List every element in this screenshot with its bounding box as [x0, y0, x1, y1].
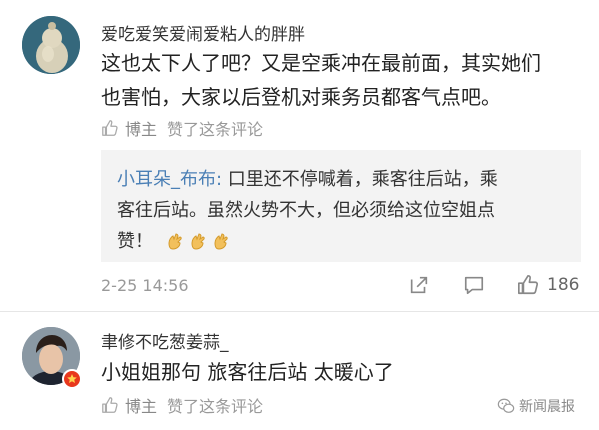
thumbs-up-icon: [102, 397, 118, 413]
clap-emoji: [214, 233, 228, 250]
liked-text: 赞了这条评论: [167, 397, 264, 416]
vip-badge-icon: [62, 369, 82, 389]
thumbs-up-icon: [102, 120, 118, 136]
author-label[interactable]: 博主: [125, 116, 157, 140]
reply-line: 赞！: [117, 226, 231, 257]
comment-divider: [0, 311, 599, 312]
share-icon: [410, 276, 428, 294]
comment-text: 也害怕，大家以后登机对乘务员都客气点吧。: [101, 85, 501, 109]
comment-text: 这也太下人了吧？又是空乘冲在最前面，其实她们: [101, 51, 541, 75]
jade-pendant-image: [22, 16, 80, 74]
share-button[interactable]: [408, 274, 430, 296]
comment-username[interactable]: 爱吃爱笑爱闹爱粘人的胖胖: [101, 20, 305, 45]
liked-text: 赞了这条评论: [167, 120, 264, 139]
like-icon: [518, 275, 539, 295]
like-count: 186: [547, 275, 580, 295]
clap-emoji-group: [165, 232, 231, 252]
reply-username[interactable]: 小耳朵_布布:: [117, 169, 222, 190]
like-button[interactable]: 186: [517, 274, 579, 296]
reply-box[interactable]: 小耳朵_布布: 口里还不停喊着，乘客往后站，乘 客往后站。虽然火势不大，但必须给…: [101, 150, 581, 262]
comment-text: 小姐姐那句 旅客往后站 太暖心了: [101, 360, 394, 384]
watermark-text: 新闻晨报: [519, 399, 575, 415]
clap-emoji: [168, 233, 182, 250]
watermark: 新闻晨报: [497, 396, 575, 416]
comment-button[interactable]: [463, 274, 485, 296]
clap-emoji: [191, 233, 205, 250]
comment-username[interactable]: 聿修不吃葱姜蒜_: [101, 328, 229, 353]
comment-timestamp: 2-25 14:56: [101, 276, 189, 295]
comment-icon: [464, 276, 484, 295]
avatar[interactable]: [22, 16, 80, 74]
author-label[interactable]: 博主: [125, 393, 157, 417]
reply-text: 口里还不停喊着，乘客往后站，乘: [222, 169, 498, 190]
author-liked-line: 博主 赞了这条评论: [101, 117, 263, 139]
reply-line: 小耳朵_布布: 口里还不停喊着，乘客往后站，乘: [117, 164, 498, 195]
wechat-icon: [497, 398, 515, 413]
author-liked-line: 博主 赞了这条评论: [101, 394, 263, 416]
reply-text: 赞！: [117, 231, 153, 252]
reply-text: 客往后站。虽然火势不大，但必须给这位空姐点: [117, 200, 495, 221]
